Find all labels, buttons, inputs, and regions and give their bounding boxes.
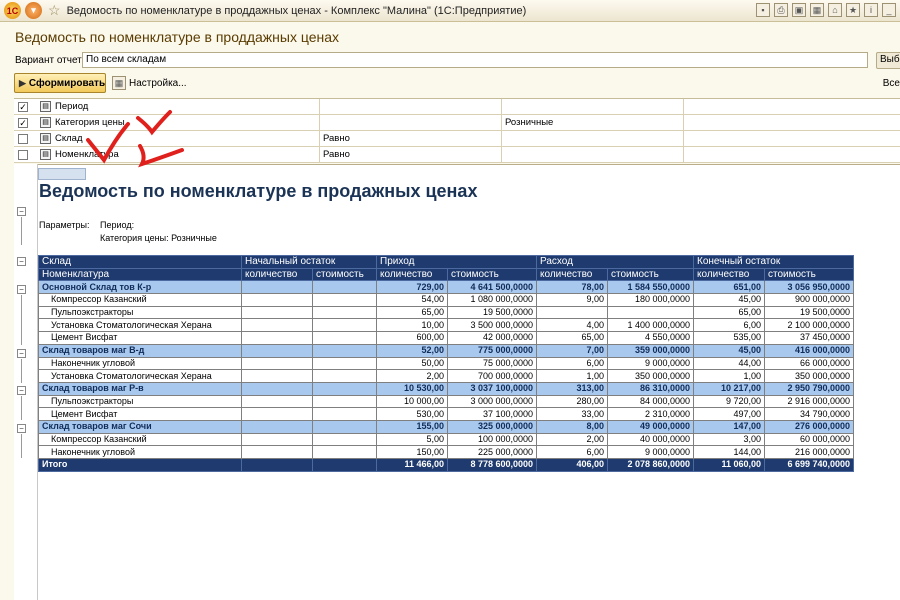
red-check-mark (136, 110, 172, 136)
red-check-mark (138, 144, 184, 168)
red-check-annotations (86, 110, 184, 168)
red-check-mark (86, 122, 130, 164)
